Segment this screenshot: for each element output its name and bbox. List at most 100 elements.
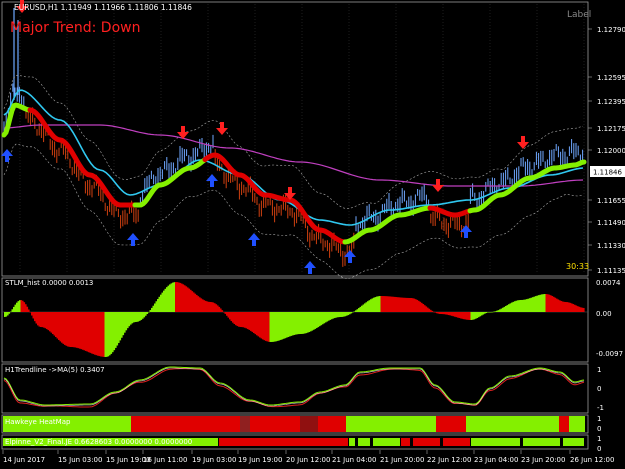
elpinne-gap bbox=[560, 438, 563, 446]
stlm-bar bbox=[184, 285, 186, 312]
stlm-bar bbox=[256, 312, 258, 336]
stlm-bar bbox=[488, 312, 491, 313]
stlm-bar bbox=[158, 296, 161, 312]
h1-tick-top: 1 bbox=[597, 366, 601, 374]
stlm-bar bbox=[41, 312, 44, 328]
stlm-bar bbox=[28, 309, 30, 312]
stlm-bar bbox=[400, 297, 402, 312]
stlm-bar bbox=[541, 294, 543, 312]
stlm-bar bbox=[326, 312, 329, 322]
stlm-bar bbox=[76, 312, 78, 348]
stlm-bar bbox=[125, 312, 128, 331]
stlm-bar bbox=[37, 312, 39, 326]
stlm-bar bbox=[194, 293, 197, 312]
stlm-bar bbox=[350, 312, 353, 314]
stlm-bar bbox=[302, 312, 305, 334]
stlm-bar bbox=[308, 312, 311, 333]
stlm-bar bbox=[571, 303, 573, 312]
stlm-bar bbox=[190, 289, 192, 312]
stlm-bar bbox=[319, 312, 321, 327]
stlm-bar bbox=[299, 312, 302, 335]
stlm-bar bbox=[118, 312, 120, 343]
stlm-bar bbox=[140, 312, 143, 320]
main-grid bbox=[19, 4, 585, 274]
stlm-bar bbox=[181, 283, 183, 312]
stlm-bar bbox=[88, 312, 90, 353]
heatmap-block bbox=[240, 416, 250, 432]
elpinne-tick-zero: 0 bbox=[597, 445, 601, 453]
stlm-bar bbox=[286, 312, 288, 338]
time-label: 23 Jun 20:00 bbox=[521, 456, 565, 464]
stlm-bar bbox=[185, 286, 188, 312]
stlm-bar bbox=[454, 312, 456, 317]
stlm-bar bbox=[490, 312, 492, 313]
symbol-info: EURUSD,H1 1.11949 1.11966 1.11806 1.1184… bbox=[14, 3, 192, 12]
heatmap-block bbox=[436, 416, 466, 432]
stlm-bar bbox=[382, 296, 384, 312]
stlm-bar bbox=[86, 312, 89, 352]
stlm-bar bbox=[572, 304, 575, 312]
stlm-bar bbox=[410, 298, 413, 312]
stlm-bar bbox=[440, 312, 443, 315]
stlm-bar bbox=[433, 311, 435, 313]
time-label: 19 Jun 19:00 bbox=[238, 456, 282, 464]
stlm-bar bbox=[290, 312, 293, 336]
chart-window[interactable]: EURUSD,H1 1.11949 1.11966 1.11806 1.1184… bbox=[0, 0, 625, 469]
time-axis: 14 Jun 2017 15 Jun 03:00 15 Jun 19:0016 Ju… bbox=[2, 450, 614, 464]
stlm-bar bbox=[160, 294, 162, 312]
stlm-bar bbox=[275, 312, 278, 342]
stlm-bar bbox=[508, 304, 510, 312]
stlm-bar bbox=[428, 308, 431, 312]
stlm-bar bbox=[403, 297, 405, 312]
up-arrow-icon bbox=[127, 233, 139, 246]
stlm-bar bbox=[554, 297, 557, 312]
stlm-bar bbox=[563, 301, 566, 312]
stlm-bar bbox=[274, 312, 276, 342]
stlm-bar bbox=[515, 300, 518, 312]
stlm-bar bbox=[484, 312, 486, 314]
stlm-bar bbox=[70, 312, 72, 347]
stlm-bar bbox=[220, 308, 222, 312]
stlm-bar bbox=[44, 312, 47, 329]
stlm-bar bbox=[205, 300, 207, 312]
moving-averages bbox=[1, 75, 587, 279]
stlm-bar bbox=[254, 312, 257, 335]
stlm-bar bbox=[430, 309, 432, 312]
stlm-bar bbox=[533, 296, 536, 312]
stlm-bar bbox=[536, 295, 539, 312]
stlm-bar bbox=[257, 312, 260, 337]
stlm-bar bbox=[442, 312, 444, 315]
stlm-bar bbox=[143, 312, 146, 318]
stlm-bar bbox=[14, 304, 17, 312]
heatmap-block bbox=[559, 416, 569, 432]
stlm-bar bbox=[71, 312, 74, 348]
stlm-bar bbox=[229, 312, 231, 320]
stlm-bar bbox=[146, 312, 149, 314]
stlm-bar bbox=[539, 294, 542, 312]
stlm-bar bbox=[358, 308, 360, 312]
stlm-bar bbox=[23, 302, 26, 312]
elpinne-gap bbox=[440, 438, 443, 446]
stlm-bar bbox=[452, 312, 455, 317]
stlm-bar bbox=[415, 299, 417, 312]
signal-arrows[interactable] bbox=[1, 0, 529, 274]
stlm-bar bbox=[388, 296, 390, 312]
stlm-bar bbox=[292, 312, 294, 336]
stlm-bar bbox=[263, 312, 266, 341]
stlm-bar bbox=[115, 312, 117, 348]
stlm-bar bbox=[317, 312, 320, 328]
stlm-bar bbox=[532, 297, 534, 312]
stlm-bar bbox=[65, 312, 68, 346]
stlm-bar bbox=[475, 312, 477, 319]
time-label: 14 Jun 2017 bbox=[3, 456, 45, 464]
stlm-bar bbox=[91, 312, 93, 354]
stlm-bar bbox=[80, 312, 83, 350]
stlm-bar bbox=[545, 294, 548, 312]
price-bars bbox=[3, 8, 584, 267]
stlm-bar bbox=[461, 312, 464, 319]
stlm-bar bbox=[130, 312, 132, 325]
stlm-bar bbox=[557, 299, 560, 312]
stlm-bar bbox=[494, 311, 497, 312]
stlm-bar bbox=[500, 308, 503, 312]
price-tick: 1.11330 bbox=[597, 242, 625, 250]
